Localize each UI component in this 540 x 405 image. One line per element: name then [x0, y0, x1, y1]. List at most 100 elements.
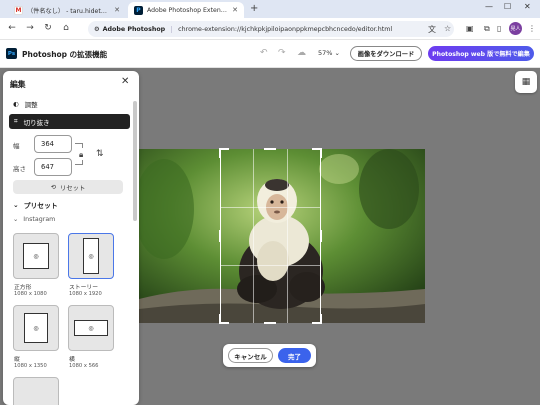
chevron-down-icon: ⌄ — [13, 201, 19, 209]
reset-button[interactable]: ⟲ リセット — [13, 180, 123, 194]
width-input[interactable]: 364 — [34, 135, 72, 153]
link-bracket-bottom — [75, 160, 83, 165]
link-bracket-top — [75, 143, 83, 148]
chevron-down-icon: ⌄ — [334, 49, 340, 57]
zoom-value: 57% — [318, 49, 333, 57]
zoom-level[interactable]: 57% ⌄ — [318, 49, 340, 57]
reset-label: リセット — [60, 184, 86, 192]
swap-dimensions-icon[interactable]: ⇅ — [96, 149, 104, 159]
grid-layout-icon[interactable]: ▦ — [515, 71, 537, 93]
download-button[interactable]: 画像をダウンロード — [350, 46, 422, 61]
url-text: chrome-extension://kjchkpkjpiloipaonppkm… — [178, 25, 393, 33]
crop-grid-line — [220, 265, 321, 266]
panel-title: 編集 — [10, 80, 26, 89]
crop-handle-bottom-left[interactable] — [219, 314, 229, 324]
done-button[interactable]: 完了 — [278, 348, 311, 363]
height-input[interactable]: 647 — [34, 158, 72, 176]
instagram-label: Instagram — [23, 216, 56, 223]
preset-name: 正方形 — [14, 285, 32, 291]
browser-toolbar: ← → ↻ ⌂ ⚙ Adobe Photoshop chrome-extensi… — [0, 18, 540, 40]
cancel-button[interactable]: キャンセル — [228, 348, 273, 363]
preset-label: プリセット — [23, 202, 58, 210]
adjust-label: 調整 — [24, 101, 38, 109]
preset-name: 縦 — [14, 357, 20, 363]
window-close-icon[interactable]: ✕ — [524, 2, 531, 11]
crop-grid-line — [253, 149, 254, 323]
crop-label: 切り抜き — [23, 118, 50, 127]
crop-icon: ⌗ — [14, 117, 18, 125]
crop-handle-top-right[interactable] — [312, 148, 322, 158]
crop-grid-line — [220, 207, 321, 208]
instagram-group-header[interactable]: ⌄ Instagram — [13, 216, 55, 223]
close-icon[interactable]: ✕ — [114, 6, 120, 14]
redo-icon[interactable]: ↷ — [278, 48, 286, 58]
browser-tab-strip: M （件名なし） - taru.hideto@gm ✕ P Adobe Phot… — [0, 0, 540, 18]
photoshop-icon: P — [134, 5, 143, 15]
crop-handle-left[interactable] — [219, 230, 221, 242]
instagram-icon: ◎ — [24, 313, 48, 343]
crop-action-bar: キャンセル 完了 — [223, 344, 316, 367]
preset-story[interactable]: ◎ — [68, 233, 114, 279]
reset-icon: ⟲ — [50, 183, 57, 191]
preset-section-header[interactable]: ⌄ プリセット — [13, 200, 58, 210]
minimize-icon[interactable]: — — [485, 2, 493, 11]
tab-photoshop-extension[interactable]: P Adobe Photoshop Extension ✕ — [128, 2, 244, 18]
crop-frame[interactable] — [219, 148, 322, 324]
translate-icon[interactable]: 文 — [428, 24, 436, 35]
profile-avatar[interactable]: 晃人 — [509, 22, 522, 35]
forward-icon[interactable]: → — [24, 23, 36, 33]
crop-grid-line — [287, 149, 288, 323]
crop-handle-bottom-right[interactable] — [312, 314, 322, 324]
address-bar[interactable]: ⚙ Adobe Photoshop chrome-extension://kjc… — [88, 21, 454, 37]
panel-scrollbar[interactable] — [133, 101, 137, 221]
crop-handle-bottom[interactable] — [264, 322, 276, 324]
preset-portrait[interactable]: ◎ — [13, 305, 59, 351]
tab-label: Adobe Photoshop Extension — [147, 6, 229, 14]
close-icon[interactable]: ✕ — [232, 6, 238, 14]
reload-icon[interactable]: ↻ — [42, 23, 54, 33]
preset-name: 横 — [69, 357, 75, 363]
extension-photoshop-icon[interactable]: ▣ — [466, 24, 474, 33]
tab-label: （件名なし） - taru.hideto@gm — [27, 7, 111, 15]
edit-panel: 編集 ✕ ◐ 調整 ⌗ 切り抜き 幅 364 高さ 647 🔒︎ ⇅ ⟲ リセッ… — [3, 71, 139, 405]
width-label: 幅 — [13, 142, 20, 150]
preset-more[interactable] — [13, 377, 59, 405]
crop-handle-top-left[interactable] — [219, 148, 229, 158]
home-icon[interactable]: ⌂ — [60, 23, 72, 33]
sidepanel-icon[interactable]: ▯ — [497, 24, 501, 33]
app-header: Ps Photoshop の拡張機能 ↶ ↷ ☁ 57% ⌄ 画像をダウンロード… — [0, 40, 540, 68]
crop-handle-right[interactable] — [320, 230, 322, 242]
edit-in-photoshop-web-button[interactable]: Photoshop web 版で無料で編集 — [428, 46, 534, 61]
site-chip-label: Adobe Photoshop — [102, 25, 166, 33]
back-icon[interactable]: ← — [6, 23, 18, 33]
preset-square[interactable]: ◎ — [13, 233, 59, 279]
maximize-icon[interactable]: ☐ — [504, 2, 511, 11]
crop-handle-top[interactable] — [264, 148, 276, 150]
close-icon[interactable]: ✕ — [121, 76, 129, 87]
new-tab-button[interactable]: + — [250, 3, 258, 14]
undo-icon[interactable]: ↶ — [260, 48, 268, 58]
site-info-chip[interactable]: ⚙ Adobe Photoshop — [94, 25, 173, 33]
instagram-icon: ◎ — [74, 320, 108, 336]
preset-size: 1080 x 1080 — [14, 291, 47, 297]
preset-size: 1080 x 1350 — [14, 363, 47, 369]
instagram-icon: ◎ — [83, 238, 99, 274]
adjust-icon: ◐ — [13, 100, 19, 108]
adjust-menu-item[interactable]: ◐ 調整 — [9, 97, 131, 111]
extension-icon: ⚙ — [94, 25, 100, 33]
menu-kebab-icon[interactable]: ⋮ — [528, 24, 536, 33]
lock-icon[interactable]: 🔒︎ — [79, 150, 83, 160]
preset-name: ストーリー — [69, 285, 98, 291]
photoshop-logo: Ps — [6, 48, 17, 59]
chevron-down-icon: ⌄ — [13, 216, 19, 223]
extensions-puzzle-icon[interactable]: ⧉ — [484, 24, 490, 34]
cloud-icon[interactable]: ☁ — [297, 48, 306, 58]
preset-landscape[interactable]: ◎ — [68, 305, 114, 351]
tab-gmail[interactable]: M （件名なし） - taru.hideto@gm ✕ — [8, 2, 126, 18]
crop-menu-item[interactable]: ⌗ 切り抜き — [9, 114, 130, 129]
app-title: Photoshop の拡張機能 — [22, 50, 108, 59]
preset-size: 1080 x 1920 — [69, 291, 102, 297]
height-label: 高さ — [13, 165, 26, 173]
bookmark-star-icon[interactable]: ☆ — [444, 24, 451, 33]
preset-size: 1080 x 566 — [69, 363, 99, 369]
